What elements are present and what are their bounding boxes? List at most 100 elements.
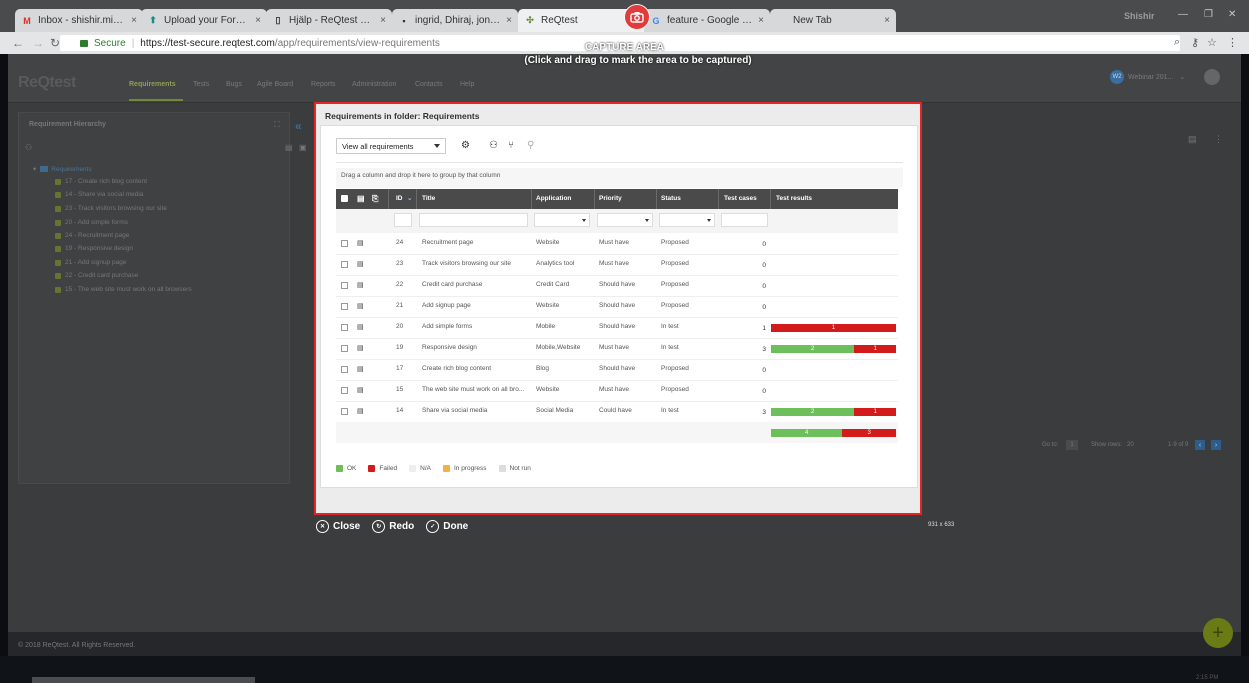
add-folder-icon[interactable]: ⚇	[25, 143, 32, 152]
title-filter[interactable]	[419, 213, 528, 227]
test-results-bar[interactable]: 21	[771, 345, 896, 353]
table-row[interactable]: ▤ 17 Create rich blog content Blog Should ha…	[336, 359, 898, 381]
requirement-doc-icon[interactable]: ▤	[357, 365, 364, 373]
close-tab-icon[interactable]: ×	[884, 15, 890, 26]
row-checkbox[interactable]	[341, 345, 348, 352]
taskbar-item[interactable]	[32, 677, 255, 683]
share-users-icon[interactable]: ⚇	[489, 140, 498, 151]
status-filter[interactable]	[659, 213, 715, 227]
table-row[interactable]: ▤ 22 Credit card purchase Credit Card Should…	[336, 275, 898, 297]
close-tab-icon[interactable]: ×	[131, 15, 137, 26]
nav-bugs[interactable]: Bugs	[226, 81, 242, 88]
requirement-doc-icon[interactable]: ▤	[357, 260, 364, 268]
goto-input[interactable]: 1	[1066, 440, 1078, 450]
row-checkbox[interactable]	[341, 324, 348, 331]
next-page-icon[interactable]: ›	[1211, 440, 1221, 450]
show-rows-select[interactable]: 20	[1127, 442, 1134, 448]
camera-icon[interactable]	[624, 4, 650, 30]
user-avatar-icon[interactable]	[1204, 69, 1220, 85]
minimize-icon[interactable]: —	[1178, 9, 1188, 20]
browser-tab[interactable]: ⬆ Upload your Form-16 PD ×	[141, 9, 267, 32]
test-results-bar[interactable]: 21	[771, 408, 896, 416]
profile-name[interactable]: Shishir	[1124, 11, 1155, 21]
requirement-doc-icon[interactable]: ▤	[357, 323, 364, 331]
table-row[interactable]: ▤ 19 Responsive design Mobile,Website Must h…	[336, 338, 898, 360]
document-icon[interactable]: ▤	[1188, 134, 1197, 145]
document-icon[interactable]: ▤	[285, 143, 293, 152]
tree-item[interactable]: 19 - Responsive design	[55, 245, 133, 252]
row-checkbox[interactable]	[341, 366, 348, 373]
row-checkbox[interactable]	[341, 282, 348, 289]
column-status[interactable]: Status	[661, 189, 681, 209]
nav-reports[interactable]: Reports	[311, 81, 336, 88]
maximize-icon[interactable]: ❐	[1204, 9, 1213, 20]
gear-icon[interactable]: ⚙	[461, 140, 470, 151]
browser-tab[interactable]: ▪ ingrid, Dhiraj, jonas | Re ×	[392, 9, 518, 32]
requirement-doc-icon[interactable]: ▤	[357, 302, 364, 310]
prev-page-icon[interactable]: ‹	[1195, 440, 1205, 450]
requirement-doc-icon[interactable]: ▤	[357, 386, 364, 394]
done-button[interactable]: ✓ Done	[426, 520, 468, 533]
requirement-doc-icon[interactable]: ▤	[357, 407, 364, 415]
nav-requirements[interactable]: Requirements	[129, 81, 176, 88]
requirement-doc-icon[interactable]: ▤	[357, 239, 364, 247]
reqtest-logo[interactable]: ReQtest	[18, 74, 76, 92]
table-row[interactable]: ▤ 23 Track visitors browsing our site Analy…	[336, 254, 898, 276]
column-title[interactable]: Title	[422, 189, 435, 209]
browser-tab[interactable]: New Tab ×	[770, 9, 896, 32]
browser-tab[interactable]: ▯ Hjälp - ReQtest Help ×	[266, 9, 392, 32]
archive-icon[interactable]: ▣	[299, 143, 307, 152]
test-results-bar[interactable]: 43	[771, 429, 896, 437]
sort-desc-icon[interactable]: ⌄	[407, 189, 412, 209]
close-tab-icon[interactable]: ×	[255, 15, 261, 26]
tree-item[interactable]: 21 - Add signup page	[55, 259, 126, 266]
test-results-bar[interactable]: 1	[771, 324, 896, 332]
row-checkbox[interactable]	[341, 261, 348, 268]
tree-item[interactable]: 24 - Recruitment page	[55, 232, 129, 239]
expand-icon[interactable]: ⛶	[274, 120, 280, 130]
row-checkbox[interactable]	[341, 303, 348, 310]
group-by-area[interactable]: Drag a column and drop it here to group …	[336, 168, 903, 188]
workspace-selector[interactable]: W2 Webinar 201... ⌄	[1110, 70, 1185, 84]
table-row[interactable]: ▤ 21 Add signup page Website Should have Prop…	[336, 296, 898, 318]
column-application[interactable]: Application	[536, 189, 571, 209]
requirement-doc-icon[interactable]: ▤	[357, 344, 364, 352]
nav-administration[interactable]: Administration	[352, 81, 396, 88]
close-window-icon[interactable]: ✕	[1228, 9, 1236, 20]
nav-agile-board[interactable]: Agile Board	[257, 81, 293, 88]
table-row[interactable]: ▤ 15 The web site must work on all bro... W…	[336, 380, 898, 402]
row-checkbox[interactable]	[341, 240, 348, 247]
nav-help[interactable]: Help	[460, 81, 474, 88]
row-checkbox[interactable]	[341, 387, 348, 394]
table-row[interactable]: ▤ 24 Recruitment page Website Must have Propo…	[336, 233, 898, 255]
tree-item[interactable]: 22 - Credit card purchase	[55, 272, 138, 279]
close-button[interactable]: ✕ Close	[316, 520, 360, 533]
capture-area[interactable]: Requirements in folder: Requirements Vie…	[314, 102, 922, 515]
hierarchy-icon[interactable]: ⑂	[508, 140, 514, 151]
test-cases-filter[interactable]	[721, 213, 768, 227]
tree-item[interactable]: 20 - Add simple forms	[55, 219, 128, 226]
column-id[interactable]: ID	[396, 189, 403, 209]
nav-tests[interactable]: Tests	[193, 81, 209, 88]
browser-tab[interactable]: G feature - Google Search ×	[644, 9, 770, 32]
redo-button[interactable]: ↻ Redo	[372, 520, 414, 533]
add-fab-button[interactable]: +	[1203, 618, 1233, 648]
tree-root[interactable]: ▾ Requirements	[33, 165, 92, 174]
select-all-checkbox[interactable]	[341, 195, 348, 202]
close-tab-icon[interactable]: ×	[380, 15, 386, 26]
close-tab-icon[interactable]: ×	[506, 15, 512, 26]
collapse-panel-icon[interactable]: «	[295, 119, 302, 133]
priority-filter[interactable]	[597, 213, 653, 227]
view-select[interactable]: View all requirements	[336, 138, 446, 154]
table-row[interactable]: ▤ 20 Add simple forms Mobile Should have In t…	[336, 317, 898, 339]
id-filter[interactable]	[394, 213, 412, 227]
application-filter[interactable]	[534, 213, 590, 227]
filter-icon[interactable]: ⚲	[527, 140, 534, 151]
tree-item[interactable]: 15 - The web site must work on all brows…	[55, 286, 192, 293]
close-tab-icon[interactable]: ×	[758, 15, 764, 26]
row-checkbox[interactable]	[341, 408, 348, 415]
column-test-results[interactable]: Test results	[776, 189, 812, 209]
column-priority[interactable]: Priority	[599, 189, 622, 209]
tree-item[interactable]: 17 - Create rich blog content	[55, 178, 147, 185]
nav-contacts[interactable]: Contacts	[415, 81, 443, 88]
